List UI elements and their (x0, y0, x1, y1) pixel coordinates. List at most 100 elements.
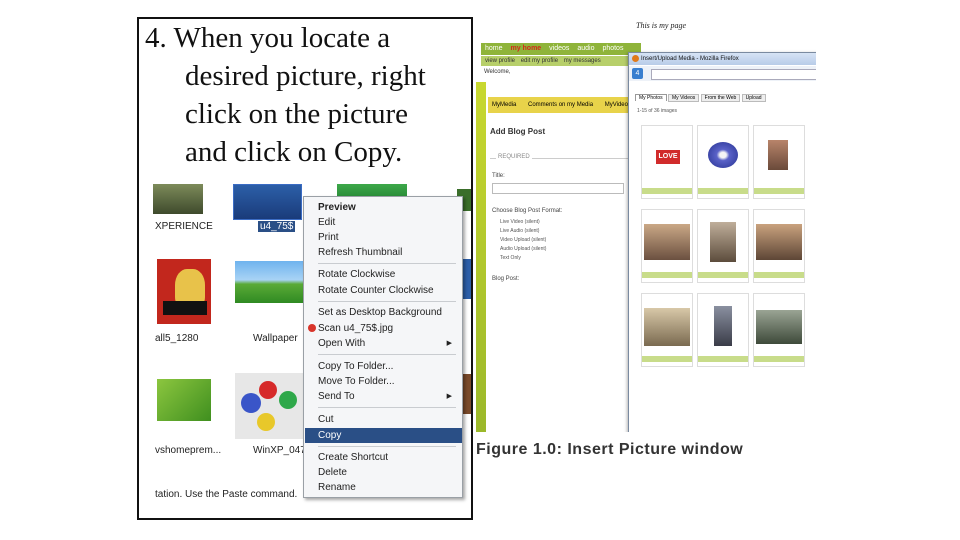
thumbnail-wallpaper[interactable] (235, 261, 303, 303)
image-cell-love[interactable]: LOVE (641, 125, 693, 199)
image-caption-bar (698, 356, 748, 362)
firefox-icon (632, 54, 639, 62)
flower-image (708, 142, 738, 168)
image-cell-flower[interactable] (697, 125, 749, 199)
nav-my-home[interactable]: my home (510, 45, 541, 52)
nav-photos[interactable]: photos (602, 45, 623, 52)
menu-item-delete[interactable]: Delete (318, 465, 458, 480)
popup-address-bar: 4 (629, 66, 816, 81)
add-blog-post-heading: Add Blog Post (490, 127, 546, 136)
title-input[interactable] (492, 183, 624, 194)
format-option[interactable]: Audio Upload (silent) (500, 245, 546, 254)
insert-picture-screenshot: This is my page home my home videos audi… (476, 17, 816, 432)
popup-tab-from-web[interactable]: From the Web (700, 94, 741, 102)
site-nav: home my home videos audio photos (481, 43, 641, 55)
menu-separator (318, 301, 456, 302)
instruction-line-3: click on the picture (185, 98, 409, 130)
format-options: Live Video (silent) Live Audio (silent) … (500, 218, 546, 263)
format-option[interactable]: Text Only (500, 254, 546, 263)
image-cell-photo[interactable] (753, 125, 805, 199)
sub-nav-messages[interactable]: my messages (564, 58, 601, 64)
menu-item-rotate-counter-clockwise[interactable]: Rotate Counter Clockwise (318, 283, 458, 298)
sub-nav-edit-profile[interactable]: edit my profile (521, 58, 558, 64)
thumbnail-label: WinXP_047 (253, 445, 306, 456)
tab-comments[interactable]: Comments on my Media (528, 102, 593, 108)
menu-item-move-to-folder[interactable]: Move To Folder... (318, 374, 458, 389)
format-option[interactable]: Video Upload (silent) (500, 236, 546, 245)
thumbnail-label: vshomeprem... (155, 445, 222, 456)
image-caption-bar (754, 188, 804, 194)
popup-tab-my-photos[interactable]: My Photos (635, 94, 667, 101)
image-caption-bar (754, 272, 804, 278)
popup-titlebar: Insert/Upload Media - Mozilla Firefox (629, 53, 816, 65)
menu-item-scan[interactable]: Scan u4_75$.jpg (308, 321, 448, 336)
image-caption-bar (754, 356, 804, 362)
menu-item-send-to[interactable]: Send To ▶ (318, 389, 458, 404)
menu-item-open-with-label: Open With (318, 338, 366, 349)
instruction-line-4: and click on Copy. (185, 136, 403, 168)
menu-item-rotate-clockwise[interactable]: Rotate Clockwise (318, 267, 458, 282)
image-cell-photo[interactable] (697, 209, 749, 283)
url-field[interactable] (651, 69, 816, 80)
menu-item-copy[interactable]: Copy (305, 428, 462, 443)
page-header: This is my page (636, 21, 686, 30)
format-option[interactable]: Live Audio (silent) (500, 227, 546, 236)
image-caption-bar (642, 356, 692, 362)
image-cell-photo[interactable] (697, 293, 749, 367)
image-count: 1-15 of 36 images (637, 108, 678, 114)
image-cell-photo[interactable] (753, 209, 805, 283)
menu-item-preview[interactable]: Preview (318, 200, 458, 215)
thumbnail-all5[interactable] (157, 259, 211, 324)
antivirus-icon (308, 324, 316, 333)
nav-audio[interactable]: audio (577, 45, 594, 52)
thumbnail-winxp-047[interactable] (235, 373, 303, 439)
image-cell-photo[interactable] (641, 293, 693, 367)
menu-item-print[interactable]: Print (318, 230, 458, 245)
photo-image (714, 306, 732, 346)
popup-tab-my-videos[interactable]: My Videos (668, 94, 700, 102)
instruction-line-1: 4. When you locate a (145, 22, 391, 54)
image-cell-photo[interactable] (641, 209, 693, 283)
menu-item-rename[interactable]: Rename (318, 480, 458, 495)
menu-item-send-to-label: Send To (318, 391, 355, 402)
thumbnail-xperience[interactable] (153, 184, 203, 214)
nav-home[interactable]: home (485, 45, 503, 52)
blog-post-label: Blog Post: (492, 276, 520, 282)
figure-caption: Figure 1.0: Insert Picture window (476, 441, 744, 458)
format-option[interactable]: Live Video (silent) (500, 218, 546, 227)
back-button[interactable]: 4 (632, 68, 643, 79)
sub-nav: view profile edit my profile my messages (481, 56, 641, 66)
popup-title: Insert/Upload Media - Mozilla Firefox (641, 56, 739, 62)
photo-image (768, 140, 788, 170)
welcome-text: Welcome, (484, 69, 511, 75)
image-caption-bar (642, 272, 692, 278)
menu-item-create-shortcut[interactable]: Create Shortcut (318, 450, 458, 465)
title-label: Title: (492, 173, 505, 179)
submenu-arrow-icon: ▶ (446, 393, 452, 400)
required-label: REQUIRED (496, 154, 532, 160)
sub-nav-view-profile[interactable]: view profile (485, 58, 515, 64)
page-tabs: MyMedia Comments on my Media MyVideos (488, 97, 631, 113)
menu-item-copy-to-folder[interactable]: Copy To Folder... (318, 359, 458, 374)
thumbnail-label: XPERIENCE (155, 221, 213, 232)
menu-item-refresh-thumbnail[interactable]: Refresh Thumbnail (318, 245, 458, 260)
popup-image-grid: LOVE (641, 125, 816, 395)
popup-tab-upload[interactable]: Upload (741, 94, 766, 102)
nav-videos[interactable]: videos (549, 45, 569, 52)
tab-my-media[interactable]: MyMedia (492, 102, 516, 108)
image-cell-photo[interactable] (753, 293, 805, 367)
thumbnail-vshomeprem[interactable] (157, 379, 211, 421)
instruction-text: 4. When you locate a desired picture, ri… (145, 19, 471, 171)
menu-item-set-desktop-background[interactable]: Set as Desktop Background (318, 305, 458, 320)
menu-separator (318, 446, 456, 447)
photo-image (644, 224, 690, 260)
submenu-arrow-icon: ▶ (446, 340, 452, 347)
menu-item-cut[interactable]: Cut (318, 412, 458, 427)
menu-item-open-with[interactable]: Open With ▶ (318, 336, 458, 351)
menu-separator (318, 407, 456, 408)
menu-item-edit[interactable]: Edit (318, 215, 458, 230)
thumbnail-u4-75[interactable] (233, 184, 302, 220)
instruction-line-2: desired picture, right (185, 60, 426, 92)
photo-image (710, 222, 736, 262)
photo-image (756, 224, 802, 260)
